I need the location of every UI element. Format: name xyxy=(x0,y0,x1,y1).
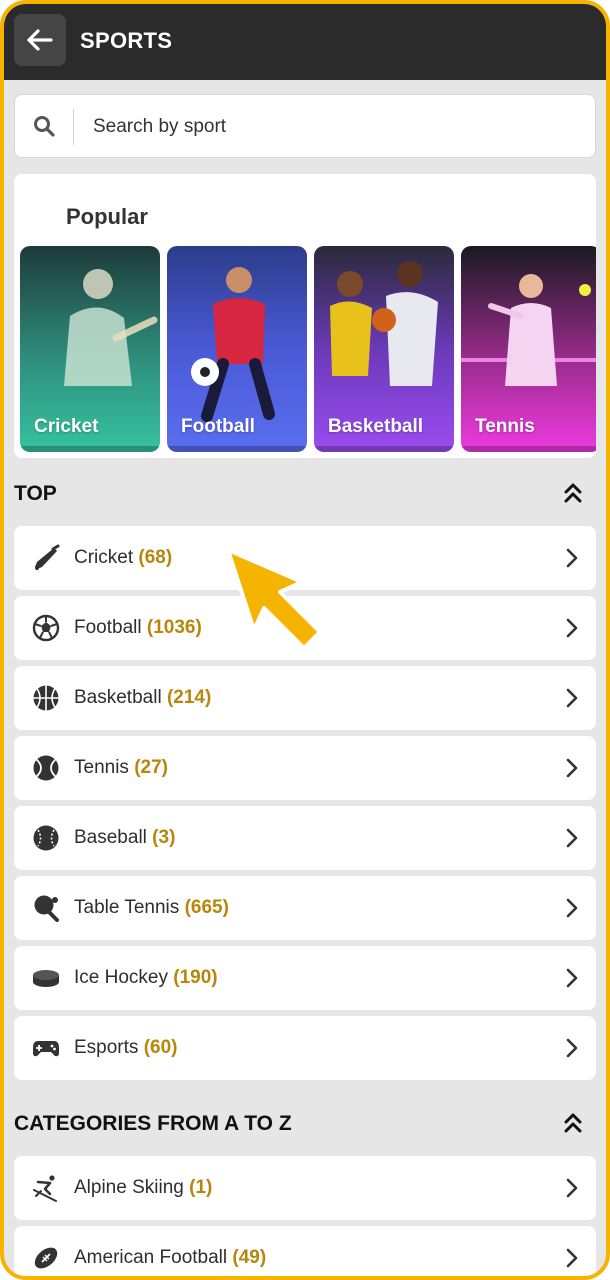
tile-bar xyxy=(167,446,307,452)
search-divider xyxy=(73,109,74,145)
back-button[interactable] xyxy=(14,14,66,66)
skier-icon xyxy=(33,1175,57,1202)
tennis-ball-icon xyxy=(33,755,59,781)
row-label: Esports (60) xyxy=(74,1037,178,1058)
tile-label: Tennis xyxy=(475,416,535,437)
popular-tile-basketball[interactable]: Basketball xyxy=(314,246,454,452)
row-label: Tennis (27) xyxy=(74,757,168,778)
search-input[interactable] xyxy=(93,107,573,147)
row-label: Table Tennis (665) xyxy=(74,897,229,918)
popular-title: Popular xyxy=(66,204,148,229)
page-title: SPORTS xyxy=(80,28,173,53)
chevron-right-icon xyxy=(566,828,578,848)
row-label: Basketball (214) xyxy=(74,687,212,708)
chevron-right-icon xyxy=(566,618,578,638)
tile-bar xyxy=(20,446,160,452)
popular-section: Popular Cricket Football Basketball Tenn… xyxy=(14,174,596,458)
row-count: (27) xyxy=(134,757,168,778)
arrow-left-icon xyxy=(27,29,53,51)
chevron-right-icon xyxy=(566,688,578,708)
chevron-right-icon xyxy=(566,1038,578,1058)
chevron-right-icon xyxy=(566,758,578,778)
row-count: (49) xyxy=(232,1247,267,1268)
row-count: (68) xyxy=(138,547,173,568)
app-frame: SPORTS Popular Crick xyxy=(0,0,610,1280)
popular-tile-tennis[interactable]: Tennis xyxy=(461,246,596,452)
sport-row-american-football[interactable]: American Football (49) xyxy=(14,1226,596,1276)
basketball-icon xyxy=(33,685,59,711)
sport-row-esports[interactable]: Esports (60) xyxy=(14,1016,596,1080)
row-count: (190) xyxy=(173,967,218,988)
row-label: Cricket (68) xyxy=(74,547,173,568)
row-count: (1036) xyxy=(146,617,202,638)
popular-tile-cricket[interactable]: Cricket xyxy=(20,246,160,452)
section-title: CATEGORIES FROM A TO Z xyxy=(14,1112,292,1135)
baseball-icon xyxy=(33,825,59,851)
tile-bar xyxy=(461,446,596,452)
tile-label: Football xyxy=(181,416,255,437)
row-count: (665) xyxy=(184,897,229,918)
chevron-right-icon xyxy=(566,968,578,988)
row-count: (214) xyxy=(166,687,212,708)
chevron-right-icon xyxy=(566,548,578,568)
sport-row-ice-hockey[interactable]: Ice Hockey (190) xyxy=(14,946,596,1010)
pointer-arrow-icon xyxy=(226,548,322,650)
sport-row-basketball[interactable]: Basketball (214) xyxy=(14,666,596,730)
search-box[interactable] xyxy=(14,94,596,158)
sport-row-table-tennis[interactable]: Table Tennis (665) xyxy=(14,876,596,940)
sport-row-alpine-skiing[interactable]: Alpine Skiing (1) xyxy=(14,1156,596,1220)
hockey-puck-icon xyxy=(33,970,59,987)
american-football-icon xyxy=(34,1247,58,1269)
sport-row-baseball[interactable]: Baseball (3) xyxy=(14,806,596,870)
az-section-header[interactable]: CATEGORIES FROM A TO Z xyxy=(14,1104,596,1144)
row-count: (3) xyxy=(152,827,176,848)
chevron-double-up-icon[interactable] xyxy=(564,1112,582,1134)
top-bar: SPORTS xyxy=(4,4,606,80)
gamepad-icon xyxy=(33,1041,59,1057)
tile-bar xyxy=(314,446,454,452)
sport-row-tennis[interactable]: Tennis (27) xyxy=(14,736,596,800)
tile-label: Cricket xyxy=(34,416,99,437)
row-label: Alpine Skiing (1) xyxy=(74,1177,213,1198)
row-count: (60) xyxy=(143,1037,178,1058)
row-label: Baseball (3) xyxy=(74,827,176,848)
cricket-bat-icon xyxy=(35,544,60,570)
chevron-right-icon xyxy=(566,1248,578,1268)
row-count: (1) xyxy=(189,1177,213,1198)
chevron-double-up-icon[interactable] xyxy=(564,482,582,504)
chevron-right-icon xyxy=(566,898,578,918)
section-title: TOP xyxy=(14,482,57,505)
row-label: American Football (49) xyxy=(74,1247,267,1268)
row-label: Football (1036) xyxy=(74,617,202,638)
tile-label: Basketball xyxy=(328,416,424,437)
popular-tile-football[interactable]: Football xyxy=(167,246,307,452)
row-label: Ice Hockey (190) xyxy=(74,967,218,988)
search-icon xyxy=(34,116,55,137)
chevron-right-icon xyxy=(566,1178,578,1198)
top-section-header[interactable]: TOP xyxy=(14,474,596,514)
table-tennis-paddle-icon xyxy=(34,895,59,922)
soccer-ball-icon xyxy=(32,614,60,642)
